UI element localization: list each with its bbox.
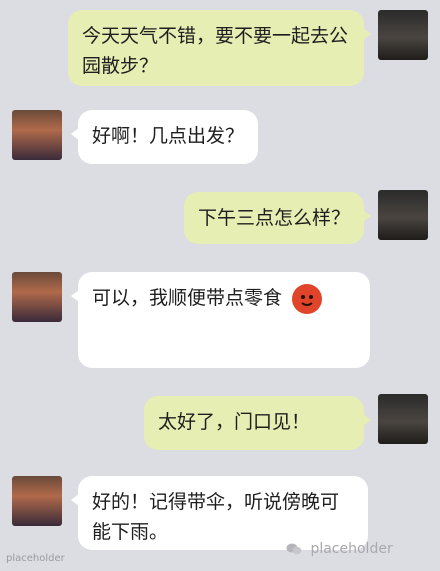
message-bubble: 好的！记得带伞，听说傍晚可能下雨。 bbox=[71, 476, 368, 550]
avatar[interactable] bbox=[12, 110, 62, 160]
message-text: 好的！记得带伞，听说傍晚可能下雨。 bbox=[92, 491, 340, 543]
smiling-face-emoji bbox=[292, 283, 323, 314]
watermark-left: placeholder bbox=[6, 553, 65, 564]
message-text: 下午三点怎么样？ bbox=[198, 207, 351, 229]
message-bubble: 好啊！几点出发？ bbox=[71, 110, 258, 164]
avatar[interactable] bbox=[378, 190, 428, 240]
avatar[interactable] bbox=[378, 10, 428, 60]
message-text: 可以，我顺便带点零食 bbox=[92, 287, 283, 309]
watermark-right: placeholder bbox=[286, 541, 393, 557]
message-bubble: 太好了，门口见！ bbox=[144, 396, 371, 450]
message-text: 太好了，门口见！ bbox=[158, 411, 311, 433]
wechat-icon bbox=[286, 543, 302, 555]
message-text: 今天天气不错，要不要一起去公园散步？ bbox=[82, 25, 349, 77]
avatar[interactable] bbox=[12, 272, 62, 322]
message-text: 好啊！几点出发？ bbox=[92, 125, 245, 147]
message-bubble: 今天天气不错，要不要一起去公园散步？ bbox=[68, 10, 371, 86]
avatar[interactable] bbox=[12, 476, 62, 526]
avatar[interactable] bbox=[378, 394, 428, 444]
message-bubble: 下午三点怎么样？ bbox=[184, 192, 371, 244]
message-bubble: 可以，我顺便带点零食 bbox=[71, 272, 370, 368]
